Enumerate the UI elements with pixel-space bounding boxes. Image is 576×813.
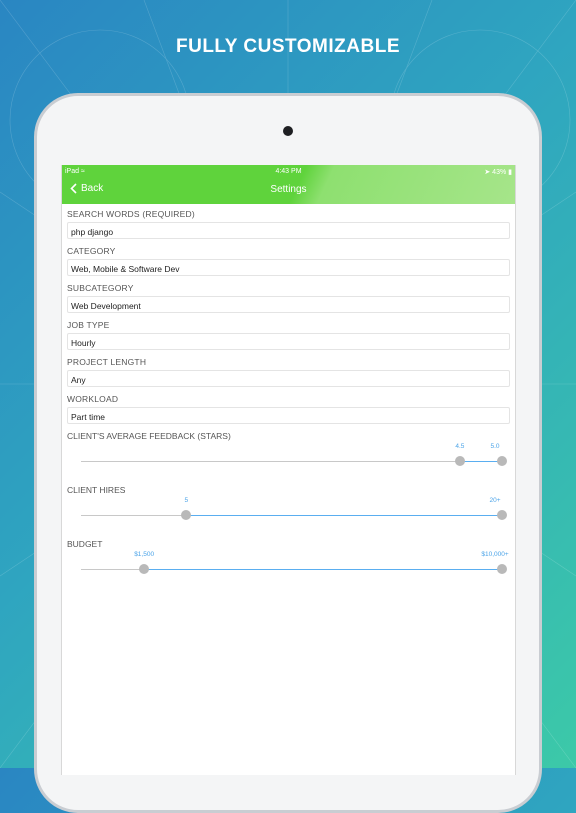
slider-high-value: 20+ [489,497,501,504]
battery-icon: ▮ [508,169,512,176]
page-title: Settings [270,184,307,195]
search-words-input[interactable]: php django [67,222,510,239]
feedback-slider: CLIENT'S AVERAGE FEEDBACK (STARS) 4.5 5.… [67,431,510,485]
slider-range [186,515,502,516]
field-category: CATEGORY Web, Mobile & Software Dev [67,246,510,276]
field-search-words: SEARCH WORDS (REQUIRED) php django [67,209,510,239]
slider-label: BUDGET [67,539,103,549]
client-hires-slider: CLIENT HIRES 5 20+ [67,485,510,539]
slider-high-handle[interactable] [497,456,507,466]
slider-label: CLIENT'S AVERAGE FEEDBACK (STARS) [67,431,231,441]
slider-label: CLIENT HIRES [67,485,126,495]
promo-headline: FULLY CUSTOMIZABLE [176,36,400,57]
field-project-length: PROJECT LENGTH Any [67,357,510,387]
field-label: WORKLOAD [67,394,119,404]
promo-canvas: { "promo": { "headline": "FULLY CUSTOMIZ… [0,0,576,813]
field-label: CATEGORY [67,246,116,256]
slider-low-handle[interactable] [139,564,150,574]
slider-high-handle[interactable] [497,564,507,574]
category-select[interactable]: Web, Mobile & Software Dev [67,259,510,276]
slider-high-value: $10,000+ [481,551,509,558]
workload-select[interactable]: Part time [67,407,510,424]
navigation-bar: iPad ≈ 4:43 PM ➤ 43% ▮ Back Settings [62,165,515,204]
slider-high-handle[interactable] [497,510,507,520]
slider-low-handle[interactable] [181,510,192,520]
project-length-select[interactable]: Any [67,370,510,387]
location-icon: ➤ [484,169,491,176]
slider-range [144,569,502,570]
settings-form: SEARCH WORDS (REQUIRED) php django CATEG… [67,209,510,593]
subcategory-select[interactable]: Web Development [67,296,510,313]
camera [283,126,293,136]
slider-low-value: $1,500 [134,551,155,558]
status-bar: iPad ≈ 4:43 PM ➤ 43% ▮ [62,168,515,178]
status-time: 4:43 PM [275,168,302,175]
field-label: SUBCATEGORY [67,283,134,293]
battery-percent: 43% [492,169,507,176]
field-label: SEARCH WORDS (REQUIRED) [67,209,195,219]
field-label: JOB TYPE [67,320,110,330]
budget-slider: BUDGET $1,500 $10,000+ [67,539,510,593]
status-right: ➤ 43% ▮ [484,168,512,176]
field-subcategory: SUBCATEGORY Web Development [67,283,510,313]
slider-range [459,461,502,462]
slider-low-value: 4.5 [455,443,465,450]
field-job-type: JOB TYPE Hourly [67,320,510,350]
slider-low-value: 5 [184,497,189,504]
slider-low-handle[interactable] [454,456,465,466]
slider-high-value: 5.0 [490,443,500,450]
field-label: PROJECT LENGTH [67,357,147,367]
app-screen: iPad ≈ 4:43 PM ➤ 43% ▮ Back Settings SEA… [61,165,516,775]
field-workload: WORKLOAD Part time [67,394,510,424]
slider-track [81,461,502,462]
job-type-select[interactable]: Hourly [67,333,510,350]
